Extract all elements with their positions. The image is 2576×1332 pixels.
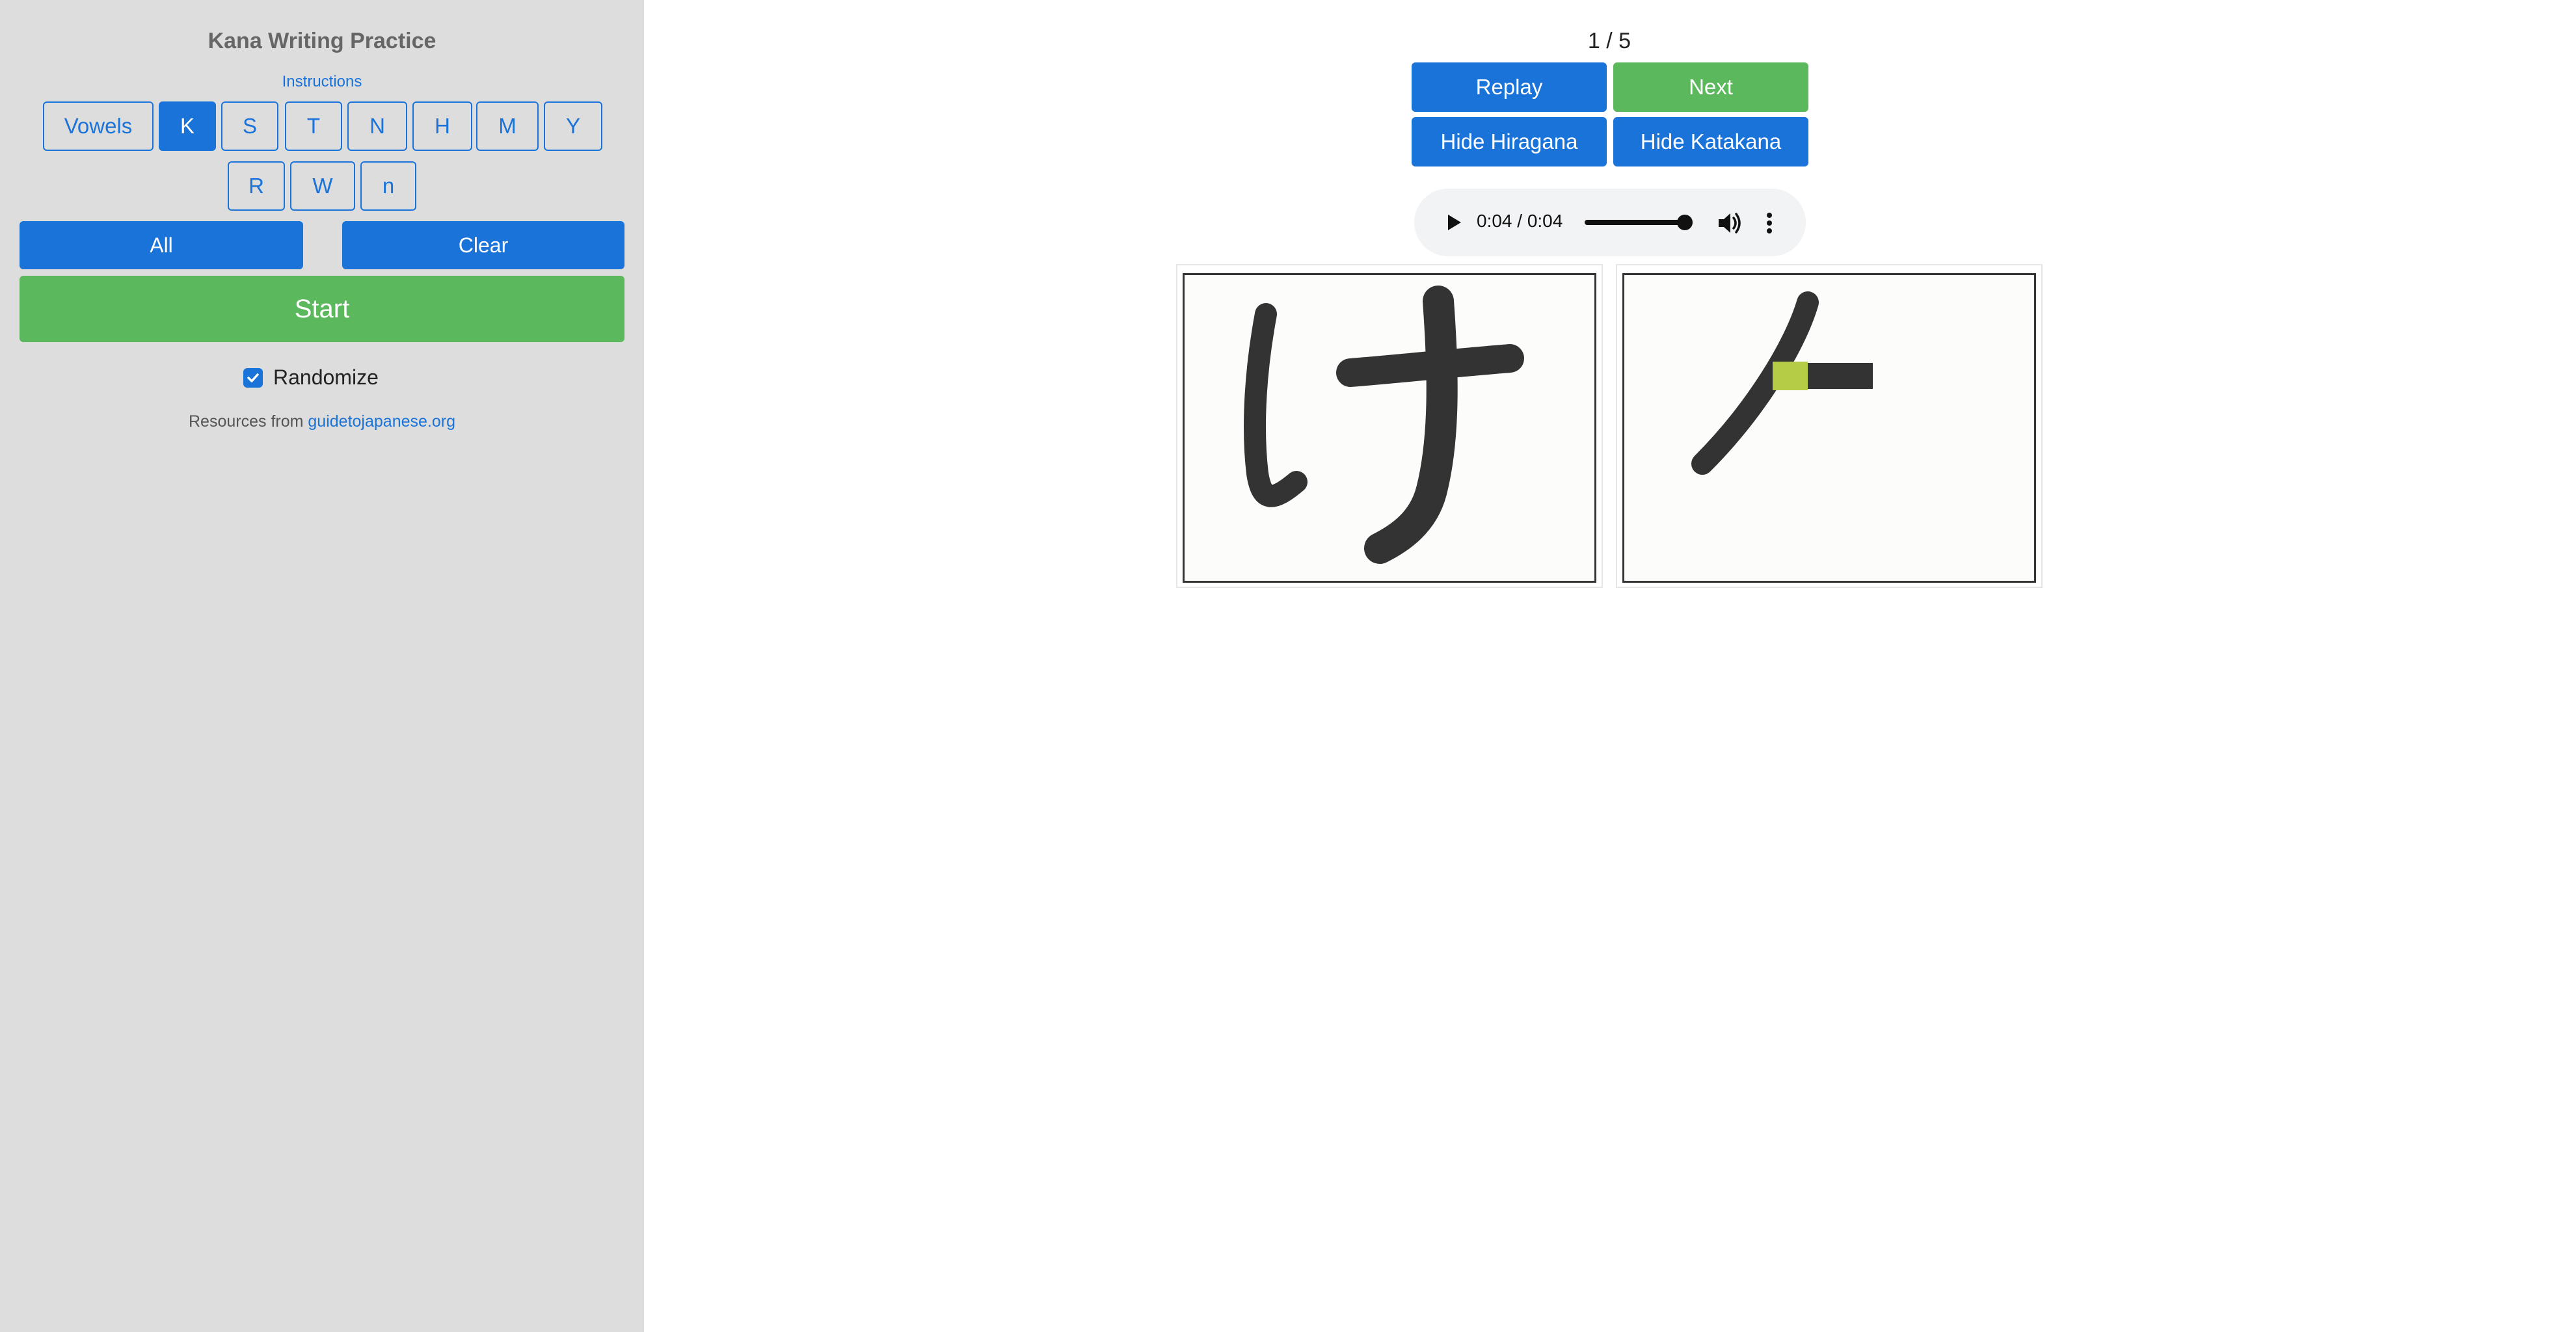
start-button[interactable]: Start — [20, 276, 624, 342]
play-icon[interactable] — [1439, 208, 1468, 237]
resources-credit: Resources from guidetojapanese.org — [0, 412, 644, 431]
more-vertical-icon[interactable] — [1763, 208, 1776, 238]
check-icon — [247, 373, 259, 382]
audio-player: 0:04 / 0:04 — [1414, 189, 1806, 256]
katakana-card — [1616, 264, 2043, 588]
audio-time: 0:04 / 0:04 — [1477, 211, 1563, 231]
row-button-n-final[interactable]: n — [360, 161, 416, 211]
row-button-r[interactable]: R — [228, 161, 285, 211]
katakana-character — [1691, 291, 1873, 475]
replay-button[interactable]: Replay — [1412, 62, 1607, 112]
stroke-highlight — [1773, 362, 1808, 390]
randomize-checkbox[interactable] — [243, 367, 263, 388]
randomize-label: Randomize — [273, 366, 379, 389]
resources-prefix: Resources from — [189, 412, 304, 431]
hiragana-canvas[interactable] — [1183, 273, 1596, 583]
randomize-option: Randomize — [243, 366, 379, 390]
row-button-n[interactable]: N — [347, 101, 407, 151]
resources-link[interactable]: guidetojapanese.org — [308, 412, 455, 431]
hiragana-character — [1244, 286, 1524, 564]
hiragana-card — [1176, 264, 1603, 588]
instructions-link[interactable]: Instructions — [0, 73, 644, 91]
hide-katakana-button[interactable]: Hide Katakana — [1613, 117, 1808, 166]
audio-seek-bar[interactable] — [1585, 220, 1689, 225]
clear-button[interactable]: Clear — [342, 221, 624, 269]
row-button-s[interactable]: S — [221, 101, 278, 151]
hide-hiragana-button[interactable]: Hide Hiragana — [1412, 117, 1607, 166]
row-button-w[interactable]: W — [290, 161, 355, 211]
row-button-k[interactable]: K — [159, 101, 216, 151]
row-button-t[interactable]: T — [285, 101, 342, 151]
app-title: Kana Writing Practice — [208, 29, 436, 53]
row-button-h[interactable]: H — [412, 101, 472, 151]
row-button-m[interactable]: M — [476, 101, 539, 151]
row-button-vowels[interactable]: Vowels — [43, 101, 154, 151]
volume-icon[interactable] — [1715, 208, 1745, 238]
row-button-y[interactable]: Y — [544, 101, 602, 151]
next-button[interactable]: Next — [1613, 62, 1808, 112]
progress-counter: 1 / 5 — [1587, 29, 1631, 53]
katakana-canvas[interactable] — [1622, 273, 2036, 583]
sidebar: Kana Writing Practice Instructions Vowel… — [0, 0, 644, 1332]
audio-seek-thumb[interactable] — [1677, 215, 1693, 230]
all-button[interactable]: All — [20, 221, 303, 269]
